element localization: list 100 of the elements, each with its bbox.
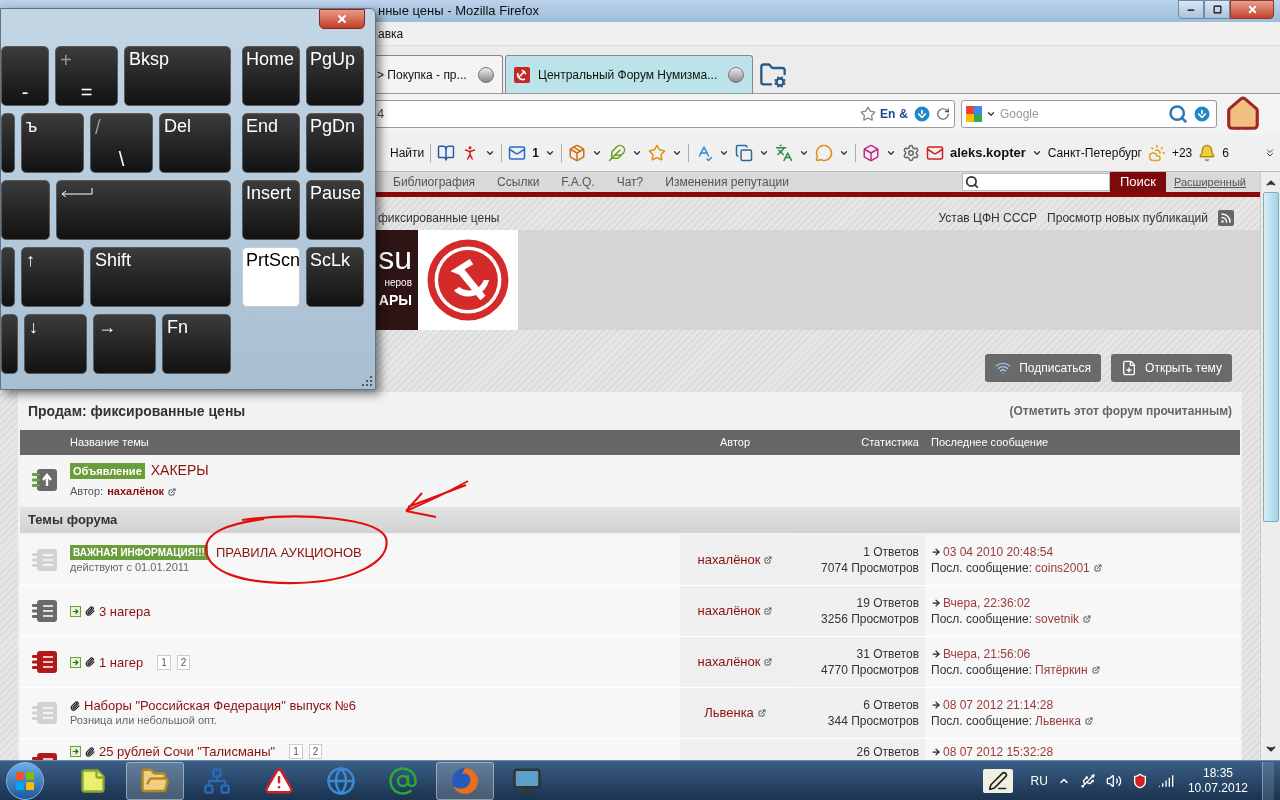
advanced-search-link[interactable]: Расширенный bbox=[1174, 173, 1246, 191]
keyboard-key[interactable]: Fn bbox=[162, 314, 231, 374]
search-field[interactable]: Google bbox=[961, 100, 1217, 128]
pen-tablet-icon[interactable] bbox=[982, 768, 1013, 793]
resize-grip-icon[interactable] bbox=[362, 376, 372, 386]
search-input[interactable]: Google bbox=[1000, 105, 1164, 123]
site-search-field[interactable] bbox=[962, 173, 1110, 191]
show-desktop-button[interactable] bbox=[1262, 761, 1274, 800]
last-poster-link[interactable]: Львенка bbox=[1035, 713, 1081, 729]
cube-icon[interactable] bbox=[861, 143, 880, 162]
last-poster-link[interactable]: sovetnik bbox=[1035, 611, 1080, 627]
keyboard-key[interactable]: Pause bbox=[306, 180, 364, 240]
overflow-chevron-icon[interactable] bbox=[1264, 146, 1276, 159]
keyboard-key[interactable]: / \ bbox=[90, 113, 153, 173]
page-link[interactable]: 1 bbox=[289, 744, 303, 759]
topic-title-link[interactable]: Наборы "Российская Федерация" выпуск №6 bbox=[84, 698, 356, 713]
author-link[interactable]: Львенка bbox=[704, 703, 754, 723]
tab-close-icon[interactable] bbox=[728, 66, 744, 83]
menu-item[interactable]: авка bbox=[378, 24, 404, 43]
download-icon[interactable] bbox=[1192, 104, 1212, 124]
profile-popup-icon[interactable] bbox=[1093, 564, 1102, 572]
minimize-button[interactable] bbox=[1178, 0, 1204, 19]
keyboard-key[interactable]: PgUp bbox=[306, 46, 364, 106]
profile-popup-icon[interactable] bbox=[1091, 666, 1100, 674]
download-icon[interactable] bbox=[912, 104, 932, 124]
topic-title-link[interactable]: 1 нагер bbox=[99, 654, 144, 670]
go-to-post-arrow-icon[interactable] bbox=[931, 649, 941, 659]
keyboard-key[interactable]: Shift bbox=[90, 247, 231, 307]
documents-icon[interactable] bbox=[734, 143, 753, 162]
signal-icon[interactable] bbox=[1157, 772, 1174, 789]
start-button[interactable] bbox=[6, 761, 44, 800]
last-post-date-link[interactable]: 08 07 2012 21:14:28 bbox=[943, 697, 1054, 713]
clock[interactable]: 18:35 10.07.2012 bbox=[1183, 765, 1252, 796]
keyboard-key[interactable]: Insert bbox=[242, 180, 300, 240]
topic-title-link[interactable]: 3 нагера bbox=[99, 603, 151, 619]
folder-gear-icon[interactable] bbox=[759, 61, 787, 89]
keyboard-key[interactable]: - bbox=[1, 46, 49, 106]
go-to-post-arrow-icon[interactable] bbox=[931, 547, 941, 557]
profile-popup-icon[interactable] bbox=[764, 556, 773, 564]
site-nav-link[interactable]: Ссылки bbox=[497, 173, 540, 191]
mark-read-link[interactable]: (Отметить этот форум прочитанным) bbox=[1009, 402, 1232, 420]
close-button[interactable] bbox=[319, 9, 365, 29]
bookmark-star-icon[interactable] bbox=[860, 106, 876, 122]
mail-icon[interactable] bbox=[508, 143, 527, 162]
addon-badge[interactable]: & bbox=[899, 105, 908, 123]
find-button[interactable]: Найти bbox=[390, 143, 425, 162]
star-icon[interactable] bbox=[647, 143, 666, 162]
profile-popup-icon[interactable] bbox=[168, 487, 177, 496]
last-post-date-link[interactable]: 03 04 2010 20:48:54 bbox=[943, 544, 1054, 560]
last-post-date-link[interactable]: Вчера, 21:56:06 bbox=[943, 646, 1031, 662]
last-poster-link[interactable]: Пятёркин bbox=[1035, 662, 1088, 678]
new-post-arrow-icon[interactable] bbox=[70, 746, 81, 757]
browser-tab[interactable]: Центральный Форум Нумизма... bbox=[505, 55, 753, 93]
breadcrumb-link[interactable]: фиксированные цены bbox=[378, 208, 500, 227]
topic-title-link[interactable]: ПРАВИЛА АУКЦИОНОВ bbox=[215, 545, 362, 560]
language-indicator[interactable]: RU bbox=[1030, 771, 1048, 790]
profile-popup-icon[interactable] bbox=[764, 607, 773, 615]
keyboard-key[interactable]: Del bbox=[159, 113, 231, 173]
usb-icon[interactable] bbox=[1079, 772, 1096, 789]
search-button[interactable]: Поиск bbox=[1110, 172, 1166, 192]
user-name[interactable]: aleks.kopter bbox=[949, 142, 1026, 163]
mail-icon[interactable] bbox=[925, 143, 944, 162]
keyboard-key[interactable]: ScLk bbox=[306, 247, 364, 307]
reload-icon[interactable] bbox=[936, 107, 950, 121]
bell-icon[interactable] bbox=[1198, 143, 1217, 162]
keyboard-key[interactable]: → bbox=[93, 314, 156, 374]
page-link[interactable]: 2 bbox=[308, 744, 323, 759]
translate-icon[interactable] bbox=[774, 143, 793, 162]
site-nav-link[interactable]: F.A.Q. bbox=[561, 173, 595, 191]
keyboard-key[interactable]: ↑ bbox=[21, 247, 84, 307]
scrollbar[interactable] bbox=[1260, 172, 1280, 760]
subscribe-button[interactable]: Подписаться bbox=[985, 354, 1102, 382]
keyboard-key[interactable]: PgDn bbox=[306, 113, 364, 173]
keyboard-key[interactable]: End bbox=[242, 113, 300, 173]
bird-icon[interactable] bbox=[607, 143, 626, 162]
scrollbar-thumb[interactable] bbox=[1262, 192, 1279, 522]
tab-close-icon[interactable] bbox=[478, 66, 494, 83]
last-post-date-link[interactable]: Вчера, 22:36:02 bbox=[943, 595, 1031, 611]
package-icon[interactable] bbox=[567, 143, 586, 162]
profile-popup-icon[interactable] bbox=[764, 658, 773, 666]
topic-title-link[interactable]: 25 рублей Сочи "Талисманы" bbox=[99, 744, 276, 759]
new-post-arrow-icon[interactable] bbox=[70, 605, 81, 617]
keyboard-key[interactable]: ъ bbox=[21, 113, 84, 173]
gear-icon[interactable] bbox=[901, 143, 920, 162]
maximize-button[interactable] bbox=[1204, 0, 1230, 19]
keyboard-key[interactable]: ↓ bbox=[24, 314, 87, 374]
close-button[interactable] bbox=[1230, 0, 1274, 19]
shield-icon[interactable] bbox=[1131, 772, 1148, 789]
author-link[interactable]: нахалёнок bbox=[697, 652, 761, 672]
header-link[interactable]: Устав ЦФН СССР bbox=[938, 208, 1038, 227]
go-to-post-arrow-icon[interactable] bbox=[931, 747, 941, 757]
new-topic-button[interactable]: Открыть тему bbox=[1111, 354, 1232, 382]
speaker-icon[interactable] bbox=[1105, 772, 1122, 789]
site-nav-link[interactable]: Библиография bbox=[393, 173, 476, 191]
city-name[interactable]: Санкт-Петербург bbox=[1047, 143, 1142, 162]
profile-popup-icon[interactable] bbox=[757, 709, 766, 717]
site-nav-link[interactable]: Чат? bbox=[616, 173, 644, 191]
rss-icon[interactable] bbox=[1218, 209, 1234, 226]
caret-icon[interactable] bbox=[986, 109, 996, 119]
go-to-post-arrow-icon[interactable] bbox=[931, 700, 941, 710]
